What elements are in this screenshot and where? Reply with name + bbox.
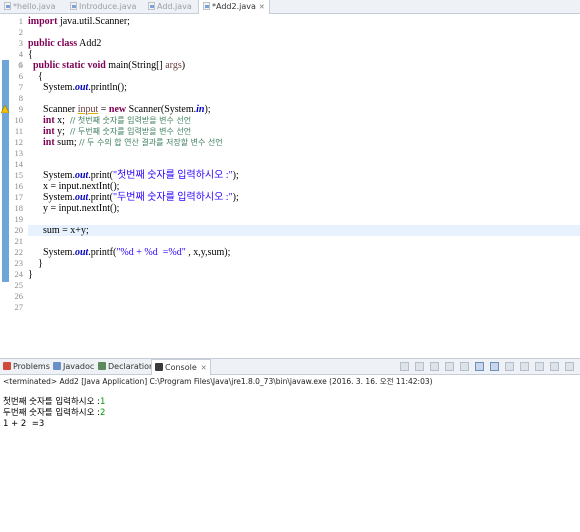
line-number: 23 bbox=[14, 258, 24, 268]
line-number: 4 bbox=[18, 49, 23, 59]
tab-console[interactable]: Console ✕ bbox=[151, 359, 211, 375]
fold-icon[interactable]: ⊖ bbox=[18, 62, 23, 69]
line-number: 18 bbox=[14, 203, 24, 213]
remove-all-button[interactable] bbox=[430, 362, 439, 371]
bottom-panel-tabbar: Problems Javadoc Declaration Console ✕ bbox=[0, 358, 580, 375]
line-number: 17 bbox=[14, 192, 24, 202]
editor-tabbar: *hello.java Introduce.java Add.java *Add… bbox=[0, 0, 580, 14]
line-number: 9 bbox=[18, 104, 23, 114]
line-number: 16 bbox=[14, 181, 24, 191]
tab-label: *hello.java bbox=[13, 2, 56, 11]
tab-label: *Add2.java bbox=[212, 2, 256, 11]
code-line-11: int y; // 두번째 숫자를 입력받을 변수 선언 bbox=[43, 126, 192, 137]
tab-add-java[interactable]: Add.java bbox=[148, 0, 192, 13]
pin-console-button[interactable] bbox=[505, 362, 514, 371]
declaration-icon bbox=[98, 362, 106, 370]
line-number: 19 bbox=[14, 214, 24, 224]
line-number: 7 bbox=[18, 82, 23, 92]
clear-console-button[interactable] bbox=[445, 362, 454, 371]
code-line-3: public class Add2 bbox=[28, 38, 102, 49]
console-status: <terminated> Add2 [Java Application] C:\… bbox=[3, 377, 433, 386]
tab-hello-java[interactable]: *hello.java bbox=[4, 0, 56, 13]
code-line-15: System.out.print("첫번째 숫자를 입력하시오 :"); bbox=[28, 170, 239, 181]
line-number: 20 bbox=[14, 225, 24, 235]
code-line-5: public static void main(String[] args) bbox=[33, 60, 186, 71]
console-line: 두번째 숫자를 입력하시오 :2 bbox=[3, 408, 106, 418]
line-number: 14 bbox=[14, 159, 24, 169]
code-line-1: import java.util.Scanner; bbox=[28, 16, 130, 27]
code-editor[interactable]: 1 2 3 4 5 6 7 8 9 10 11 12 13 14 15 16 17 18 19 20 21 22 23 24 2… bbox=[0, 14, 580, 354]
code-line-16: x = input.nextInt(); bbox=[28, 181, 120, 192]
open-console-button[interactable] bbox=[535, 362, 544, 371]
display-console-button[interactable] bbox=[520, 362, 529, 371]
code-line-22: System.out.printf("%d + %d =%d" , x,y,su… bbox=[28, 247, 231, 258]
line-number: 13 bbox=[14, 148, 24, 158]
line-number: 3 bbox=[18, 38, 23, 48]
code-line-6: { bbox=[28, 71, 43, 82]
java-file-icon bbox=[148, 2, 155, 10]
tab-label: Add.java bbox=[157, 2, 192, 11]
show-console-button[interactable] bbox=[490, 362, 499, 371]
tab-add2-java[interactable]: *Add2.java ✕ bbox=[198, 0, 270, 14]
java-file-icon bbox=[4, 2, 11, 10]
line-number: 10 bbox=[14, 115, 24, 125]
terminate-button[interactable] bbox=[400, 362, 409, 371]
code-line-12: int sum; // 두 수의 합 연산 결과를 저장할 변수 선언 bbox=[43, 137, 223, 148]
left-ruler bbox=[0, 14, 9, 354]
line-number: 6 bbox=[18, 71, 23, 81]
minimize-button[interactable] bbox=[550, 362, 559, 371]
code-line-17: System.out.print("두번째 숫자를 입력하시오 :"); bbox=[28, 192, 239, 203]
line-number: 8 bbox=[18, 93, 23, 103]
close-icon[interactable]: ✕ bbox=[259, 3, 265, 11]
line-number: 15 bbox=[14, 170, 24, 180]
code-line-9: Scanner input = new Scanner(System.in); bbox=[28, 104, 211, 115]
code-line-4: { bbox=[28, 49, 33, 60]
java-file-icon bbox=[203, 2, 210, 10]
java-file-icon bbox=[70, 2, 77, 10]
change-ruler-mark bbox=[2, 60, 9, 282]
warning-icon[interactable] bbox=[1, 105, 9, 113]
code-line-24: } bbox=[28, 269, 33, 280]
javadoc-icon bbox=[53, 362, 61, 370]
line-number: 12 bbox=[14, 137, 24, 147]
tab-javadoc[interactable]: Javadoc bbox=[53, 359, 94, 374]
line-number: 27 bbox=[14, 302, 24, 312]
line-number: 22 bbox=[14, 247, 24, 257]
code-line-10: int x; // 첫번째 숫자를 입력받을 변수 선언 bbox=[43, 115, 192, 126]
code-line-18: y = input.nextInt(); bbox=[28, 203, 120, 214]
tab-declaration[interactable]: Declaration bbox=[98, 359, 154, 374]
line-number: 11 bbox=[14, 126, 23, 136]
console-line: 1 + 2 =3 bbox=[3, 419, 45, 429]
remove-launch-button[interactable] bbox=[415, 362, 424, 371]
console-icon bbox=[155, 363, 163, 371]
line-number: 24 bbox=[14, 269, 24, 279]
code-line-20: sum = x+y; bbox=[28, 225, 580, 236]
code-line-23: } bbox=[28, 258, 43, 269]
word-wrap-button[interactable] bbox=[475, 362, 484, 371]
scroll-lock-button[interactable] bbox=[460, 362, 469, 371]
line-number: 25 bbox=[14, 280, 24, 290]
problems-icon bbox=[3, 362, 11, 370]
console-output[interactable]: 첫번째 숫자를 입력하시오 :1 두번째 숫자를 입력하시오 :2 1 + 2 … bbox=[0, 388, 580, 532]
close-icon[interactable]: ✕ bbox=[201, 364, 207, 372]
line-number: 26 bbox=[14, 291, 24, 301]
tab-introduce-java[interactable]: Introduce.java bbox=[70, 0, 136, 13]
code-line-7: System.out.println(); bbox=[28, 82, 127, 93]
line-number: 1 bbox=[18, 16, 23, 26]
line-number: 2 bbox=[18, 27, 23, 37]
tab-problems[interactable]: Problems bbox=[3, 359, 50, 374]
tab-label: Introduce.java bbox=[79, 2, 137, 11]
maximize-button[interactable] bbox=[565, 362, 574, 371]
console-toolbar bbox=[398, 362, 574, 372]
console-line: 첫번째 숫자를 입력하시오 :1 bbox=[3, 397, 106, 407]
line-number: 21 bbox=[14, 236, 24, 246]
